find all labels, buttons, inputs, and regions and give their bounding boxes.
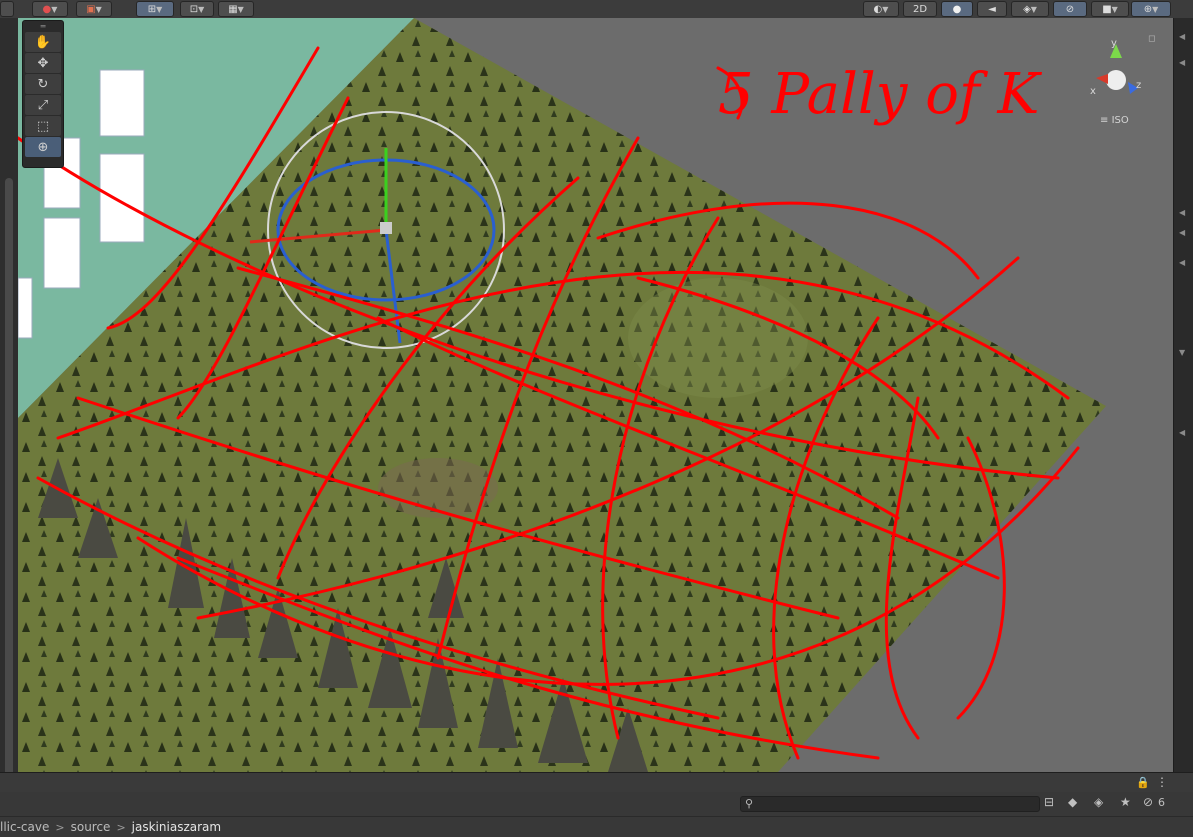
chevron-down-icon: ▼ <box>95 4 102 14</box>
chevron-down-icon: ▼ <box>237 4 244 14</box>
left-scrollbar[interactable] <box>0 18 19 778</box>
shading-mode-icon: ◐ <box>873 3 883 15</box>
chevron-down-icon: ▼ <box>156 4 163 14</box>
grip-icon[interactable]: ═ <box>23 21 63 31</box>
lock-view-icon[interactable]: ◻ <box>1148 34 1155 44</box>
audio-button[interactable]: ◄ <box>977 1 1007 17</box>
grid-snap-button[interactable]: ⊞ ▼ <box>136 1 174 17</box>
scale-tool[interactable]: ⤢ <box>25 95 61 115</box>
light-bulb-icon: ● <box>952 3 962 15</box>
camera-button[interactable]: ■ ▼ <box>1091 1 1129 17</box>
projection-label: ISO <box>1111 115 1129 126</box>
scene-toolbar: ● ▼ ▣ ▼ ⊞ ▼ ⊡ ▼ ▦ ▼ ◐ ▼ 2D ● ◄ ◈ ▼ ⊘ ■ ▼… <box>0 0 1193 19</box>
camera-icon: ■ <box>1102 3 1112 15</box>
grid-button[interactable]: ▦ ▼ <box>218 1 254 17</box>
move-icon: ✥ <box>37 55 49 71</box>
speaker-muted-icon: ◄ <box>988 3 996 15</box>
more-options-icon[interactable]: ⋮ <box>1156 775 1168 789</box>
gizmos-button[interactable]: ⊕ ▼ <box>1131 1 1171 17</box>
favorite-star-icon[interactable]: ★ <box>1120 795 1131 809</box>
draw-mode-button[interactable]: ● ▼ <box>32 1 68 17</box>
scale-icon: ⤢ <box>37 97 49 113</box>
chevron-down-icon: ▼ <box>1152 4 1159 14</box>
rect-icon: ⬚ <box>36 118 50 134</box>
effects-icon: ◈ <box>1023 3 1031 15</box>
search-input[interactable] <box>757 797 1027 811</box>
lighting-button[interactable]: ● <box>941 1 973 17</box>
handwritten-annotation: 5 Pally of K <box>718 62 1042 127</box>
right-panel-strip: ◀ ◀ ◀ ◀ ◀ ▼ ◀ <box>1173 18 1193 772</box>
scene-view[interactable]: 5 Pally of K y x z ◻ <box>18 18 1173 772</box>
gizmo-x-label: x <box>1090 86 1096 97</box>
collapse-arrow-icon[interactable]: ◀ <box>1179 32 1185 41</box>
bottom-tab-bar: 🔒 ⋮ <box>0 772 1193 793</box>
breadcrumb-item[interactable]: llic-cave <box>0 820 49 834</box>
breadcrumb: llic-cave > source > jaskiniaszaram <box>0 816 1193 837</box>
collapse-arrow-icon[interactable]: ◀ <box>1179 58 1185 67</box>
mode-2d-label: 2D <box>912 3 928 15</box>
transform-icon: ⊕ <box>37 139 49 155</box>
chevron-down-icon: ▼ <box>198 4 205 14</box>
search-by-type-icon[interactable]: ⊟ <box>1044 795 1054 809</box>
collapse-arrow-icon[interactable]: ◀ <box>1179 208 1185 217</box>
gizmo-globe-icon: ⊕ <box>1143 3 1153 15</box>
collapse-arrow-icon[interactable]: ◀ <box>1179 258 1185 267</box>
mode-2d-button[interactable]: 2D <box>903 1 937 17</box>
grid-icon: ⊞ <box>147 3 157 15</box>
toolbar-edge-button[interactable] <box>0 1 14 17</box>
rect-tool[interactable]: ⬚ <box>25 116 61 136</box>
move-tool[interactable]: ✥ <box>25 53 61 73</box>
hand-icon: ✋ <box>34 34 52 50</box>
hidden-objects-button[interactable]: ⊘ <box>1053 1 1087 17</box>
chevron-down-icon: ▼ <box>1030 4 1037 14</box>
mode-icon: ● <box>42 3 52 15</box>
hidden-count: 6 <box>1158 796 1165 809</box>
chevron-down-icon: ▼ <box>882 4 889 14</box>
collapse-arrow-icon[interactable]: ◀ <box>1179 428 1185 437</box>
lock-icon[interactable]: 🔒 <box>1136 776 1150 789</box>
gizmo-z-label: z <box>1136 80 1142 91</box>
grid-plane-icon: ▦ <box>228 3 238 15</box>
rotate-icon: ↻ <box>37 76 49 92</box>
chevron-right-icon: > <box>55 820 65 834</box>
scrollbar-thumb[interactable] <box>5 178 13 778</box>
scene-canvas[interactable]: 5 Pally of K <box>18 18 1173 772</box>
meadow-patch <box>628 278 808 398</box>
search-field[interactable]: ⚲ <box>740 796 1040 812</box>
filter-by-type-icon[interactable]: ◆ <box>1068 795 1077 809</box>
rotate-tool[interactable]: ↻ <box>25 74 61 94</box>
projection-toggle[interactable]: ≡ ISO <box>1100 115 1129 126</box>
project-toolbar: ⚲ ⊟ ◆ ◈ ★ ⊘ 6 <box>0 792 1193 816</box>
cube-icon: ▣ <box>86 3 96 15</box>
hidden-packages-icon[interactable]: ⊘ <box>1143 795 1153 809</box>
breadcrumb-item[interactable]: source <box>71 820 111 834</box>
menu-lines-icon: ≡ <box>1100 115 1109 126</box>
breadcrumb-item-current[interactable]: jaskiniaszaram <box>132 820 221 834</box>
shading-button[interactable]: ▣ ▼ <box>76 1 112 17</box>
chevron-right-icon: > <box>116 820 126 834</box>
collapse-arrow-icon[interactable]: ◀ <box>1179 228 1185 237</box>
collapse-arrow-icon[interactable]: ▼ <box>1179 348 1185 357</box>
effects-button[interactable]: ◈ ▼ <box>1011 1 1049 17</box>
tools-overlay: ═ ✋ ✥ ↻ ⤢ ⬚ ⊕ <box>22 20 64 168</box>
chevron-down-icon: ▼ <box>1111 4 1118 14</box>
view-options-button[interactable]: ◐ ▼ <box>863 1 899 17</box>
eye-hidden-icon: ⊘ <box>1065 3 1075 15</box>
gizmo-y-label: y <box>1111 38 1117 49</box>
snap-icon: ⊡ <box>189 3 199 15</box>
hand-tool[interactable]: ✋ <box>25 32 61 52</box>
transform-tool[interactable]: ⊕ <box>25 137 61 157</box>
filter-by-label-icon[interactable]: ◈ <box>1094 795 1103 809</box>
search-icon: ⚲ <box>745 797 754 810</box>
snap-increment-button[interactable]: ⊡ ▼ <box>180 1 214 17</box>
chevron-down-icon: ▼ <box>51 4 58 14</box>
